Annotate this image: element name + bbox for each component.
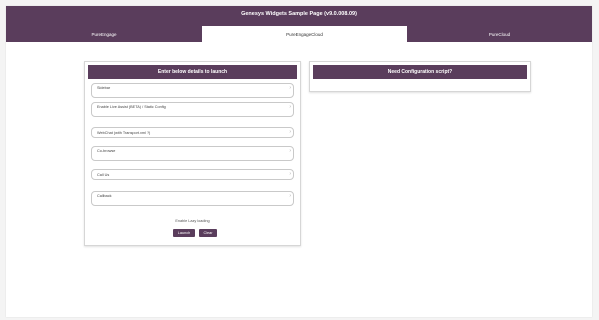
chevron-icon: › xyxy=(289,104,291,110)
field-webchat-label: WebChat (with Transport.xml ?) xyxy=(97,130,151,135)
config-panel-title[interactable]: Need Configuration script? xyxy=(313,65,527,79)
chevron-icon: › xyxy=(289,171,291,177)
field-callback-label: Callback xyxy=(97,194,112,198)
app-title: Genesys Widgets Sample Page (v9.0.008.09… xyxy=(241,11,357,17)
field-call-us-label: Call Us xyxy=(97,172,110,177)
tab-pureengage[interactable]: PureEngage xyxy=(6,26,202,42)
header-bar: Genesys Widgets Sample Page (v9.0.008.09… xyxy=(6,6,592,42)
field-live-assist[interactable]: Enable Live Assist (BETA) / Static Confi… xyxy=(91,102,294,117)
clear-button[interactable]: Clear xyxy=(199,229,217,237)
chevron-icon: › xyxy=(289,148,291,154)
field-sidebar[interactable]: Sidebar › xyxy=(91,83,294,98)
field-cobrowse[interactable]: Co-browse › xyxy=(91,146,294,161)
field-call-us[interactable]: Call Us › xyxy=(91,169,294,180)
field-live-assist-label: Enable Live Assist (BETA) / Static Confi… xyxy=(97,105,166,109)
field-callback[interactable]: Callback › xyxy=(91,191,294,206)
chevron-icon: › xyxy=(289,129,291,135)
launch-panel-title: Enter below details to launch xyxy=(88,65,297,79)
launch-button[interactable]: Launch xyxy=(173,229,195,237)
field-webchat[interactable]: WebChat (with Transport.xml ?) › xyxy=(91,127,294,138)
field-sidebar-label: Sidebar xyxy=(97,86,111,90)
lazy-loading-label[interactable]: Enable Lazy loading xyxy=(85,219,300,223)
page-frame: Genesys Widgets Sample Page (v9.0.008.09… xyxy=(6,6,592,317)
chevron-icon: › xyxy=(289,193,291,199)
field-cobrowse-label: Co-browse xyxy=(97,149,116,153)
launch-panel: Enter below details to launch Sidebar › … xyxy=(84,61,301,246)
tab-purecloud[interactable]: PureCloud xyxy=(407,26,592,42)
chevron-icon: › xyxy=(289,85,291,91)
config-panel: Need Configuration script? xyxy=(309,61,531,92)
tab-pureengagecloud[interactable]: PureEngageCloud xyxy=(202,26,407,42)
